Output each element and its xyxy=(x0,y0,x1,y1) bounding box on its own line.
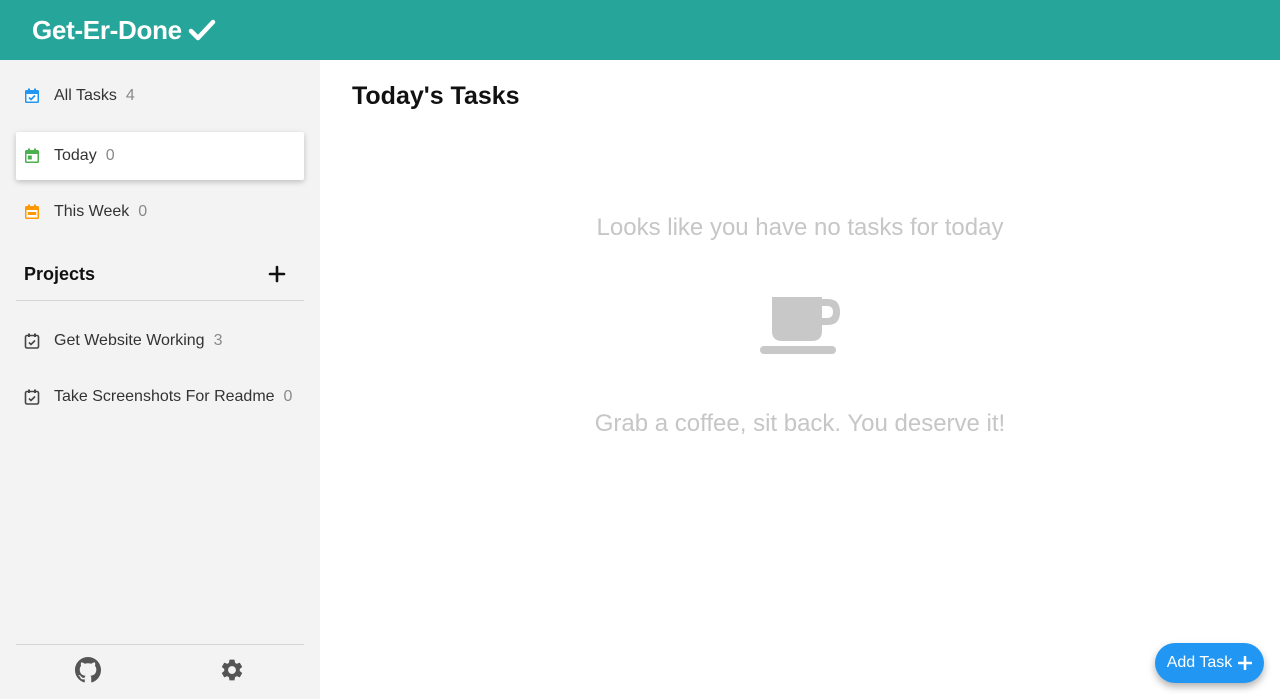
nav-count: 4 xyxy=(125,87,135,104)
calendar-week-icon xyxy=(25,204,39,219)
app-title: Get-Er-Done xyxy=(32,14,182,45)
calendar-day-icon xyxy=(25,148,39,163)
add-task-button[interactable]: Add Task xyxy=(1155,643,1264,683)
main-content: Today's Tasks Looks like you have no tas… xyxy=(320,60,1280,699)
app-brand[interactable]: Get-Er-Done xyxy=(32,15,216,46)
projects-header: Projects xyxy=(16,248,304,301)
page-title: Today's Tasks xyxy=(352,82,520,110)
project-count: 0 xyxy=(283,388,293,405)
add-project-icon[interactable] xyxy=(268,265,286,283)
nav-label: All Tasks xyxy=(54,87,117,104)
gear-icon[interactable] xyxy=(219,657,245,683)
github-icon[interactable] xyxy=(75,657,101,683)
nav-label: Today xyxy=(54,147,97,164)
empty-message-sub: Grab a coffee, sit back. You deserve it! xyxy=(594,410,1006,437)
sidebar-item-project[interactable]: Get Website Working 3 xyxy=(16,317,304,365)
sidebar-footer xyxy=(16,644,304,699)
sidebar-item-project[interactable]: Take Screenshots For Readme 0 xyxy=(16,373,304,421)
project-label: Take Screenshots For Readme xyxy=(54,388,275,405)
plus-icon xyxy=(1238,656,1253,670)
sidebar-item-this-week[interactable]: This Week 0 xyxy=(16,188,304,236)
add-task-label: Add Task xyxy=(1166,654,1233,671)
app-header: Get-Er-Done xyxy=(0,0,1280,60)
calendar-check-icon xyxy=(25,88,39,103)
sidebar: All Tasks 4 Today 0 This Week 0 Projects xyxy=(0,60,320,699)
nav-label: This Week xyxy=(54,203,130,220)
projects-title: Projects xyxy=(24,263,96,284)
nav-count: 0 xyxy=(138,203,148,220)
calendar-check-icon xyxy=(24,333,40,349)
project-label: Get Website Working xyxy=(54,332,205,349)
checkmark-icon xyxy=(188,19,216,41)
calendar-check-icon xyxy=(24,389,40,405)
project-count: 3 xyxy=(213,332,223,349)
nav-count: 0 xyxy=(105,147,115,164)
sidebar-item-all-tasks[interactable]: All Tasks 4 xyxy=(16,72,304,120)
sidebar-item-today[interactable]: Today 0 xyxy=(16,132,304,180)
coffee-icon xyxy=(760,297,840,354)
empty-message: Looks like you have no tasks for today xyxy=(596,214,1004,241)
